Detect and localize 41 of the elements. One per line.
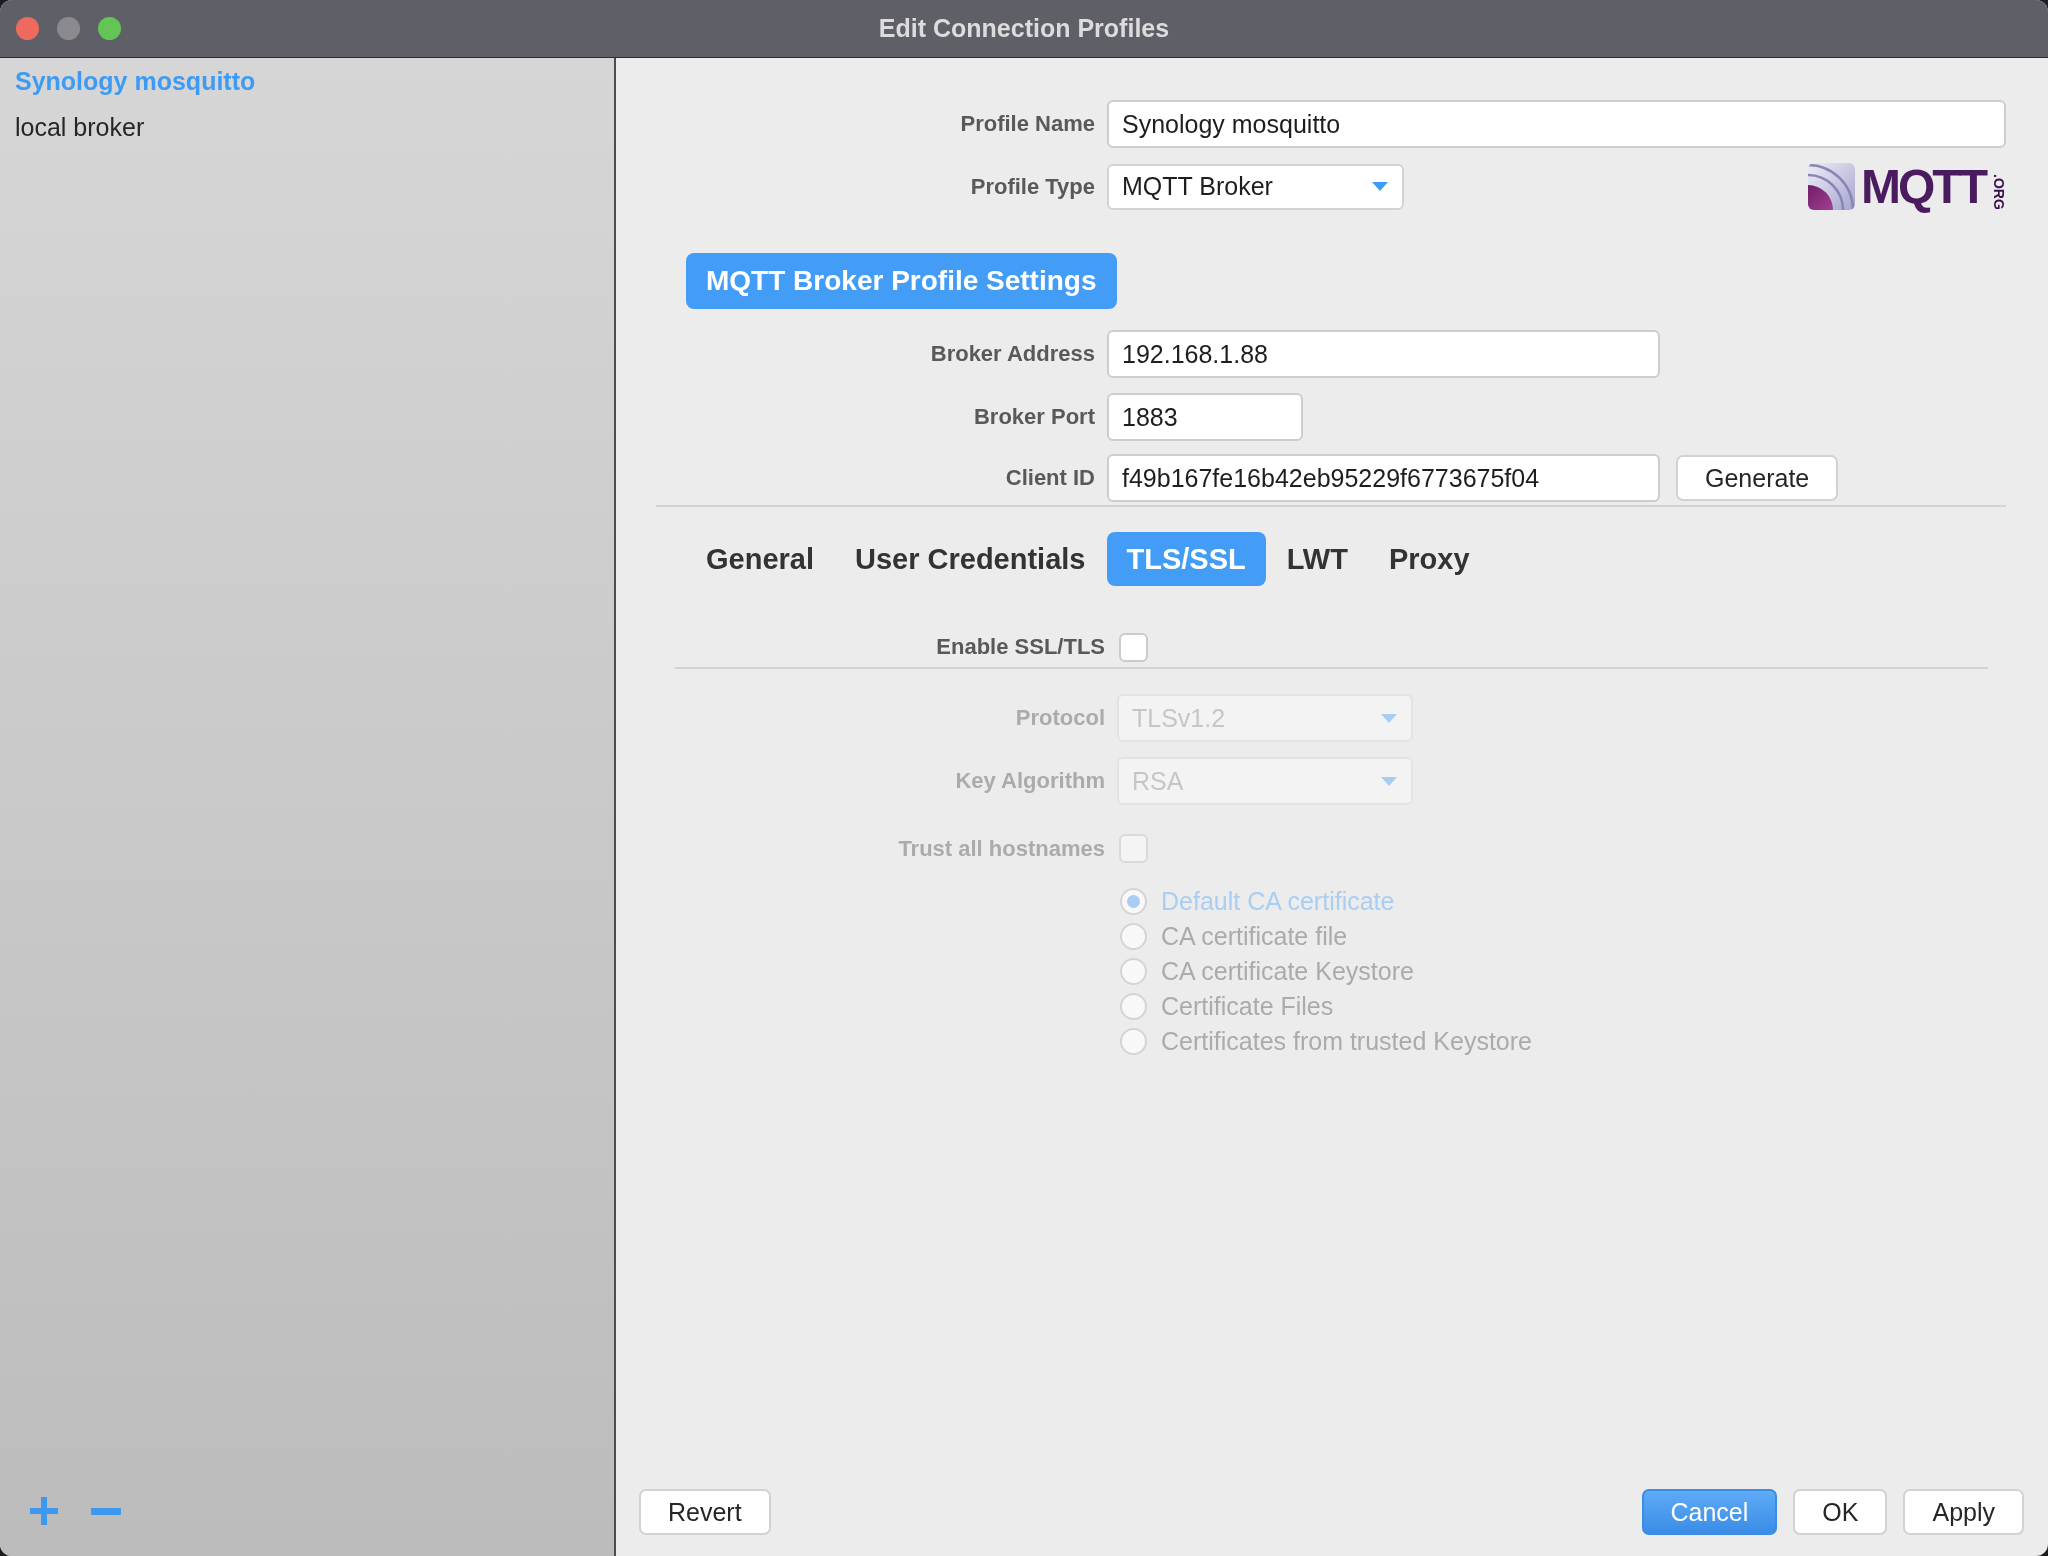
minus-icon[interactable] [91, 1507, 121, 1515]
plus-icon[interactable] [30, 1497, 58, 1525]
dialog-button[interactable]: OK [1793, 1489, 1888, 1535]
text-field[interactable]: Synology mosquitto [1107, 100, 2006, 148]
caret-icon [1381, 776, 1397, 786]
field-label: Key Algorithm [955, 768, 1105, 794]
profile-list-item[interactable]: local broker [15, 112, 145, 142]
text-field[interactable]: 1883 [1107, 393, 1303, 441]
field-label: Enable SSL/TLS [936, 634, 1105, 660]
dropdown[interactable]: MQTT Broker [1107, 163, 1404, 210]
tab[interactable]: LWT [1266, 532, 1368, 586]
logo-suffix: .ORG [1991, 174, 2006, 210]
dialog-button[interactable]: Apply [1903, 1489, 2024, 1535]
text-field[interactable]: 192.168.1.88 [1107, 330, 1660, 378]
field-label: Client ID [1005, 465, 1095, 491]
field-label: Broker Port [973, 404, 1095, 430]
close-icon[interactable] [16, 17, 39, 40]
caret-icon [1372, 182, 1388, 191]
dialog-button[interactable]: Revert [639, 1489, 771, 1535]
section-heading: MQTT Broker Profile Settings [686, 253, 1117, 309]
radio-label: CA certificate Keystore [1161, 957, 1414, 986]
field-label: Trust all hostnames [898, 835, 1105, 862]
tab[interactable]: User Credentials [835, 532, 1106, 586]
field-label: Protocol [1015, 705, 1105, 731]
logo-icon [1808, 163, 1856, 210]
maximize-icon[interactable] [98, 17, 121, 40]
radio-label: Default CA certificate [1161, 887, 1395, 916]
checkbox[interactable] [1119, 632, 1148, 662]
field-label: Profile Name [960, 111, 1095, 137]
minimize-icon[interactable] [57, 17, 80, 40]
tab[interactable]: General [686, 532, 834, 586]
caret-icon [1381, 713, 1397, 723]
generate-button[interactable]: Generate [1676, 455, 1839, 501]
tab[interactable]: Proxy [1368, 532, 1490, 586]
radio-label: CA certificate file [1161, 922, 1348, 951]
window-title: Edit Connection Profiles [878, 14, 1170, 43]
radio-label: Certificate Files [1161, 992, 1334, 1021]
text-field[interactable]: f49b167fe16b42eb95229f6773675f04 [1107, 454, 1660, 502]
field-label: Profile Type [970, 173, 1095, 200]
field-label: Broker Address [930, 341, 1095, 367]
radio-label: Certificates from trusted Keystore [1161, 1027, 1532, 1056]
